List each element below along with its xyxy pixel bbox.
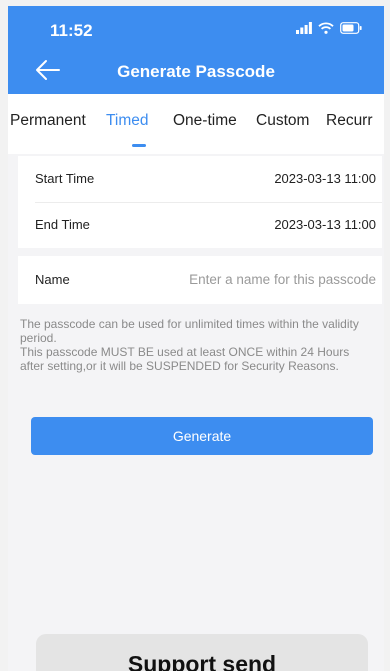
tab-custom[interactable]: Custom bbox=[256, 112, 309, 130]
active-tab-indicator bbox=[132, 144, 146, 147]
header-bar: 11:52 Generate Passcode bbox=[8, 6, 384, 94]
signal-icon bbox=[296, 22, 312, 34]
wifi-icon bbox=[318, 22, 334, 34]
generate-button[interactable]: Generate bbox=[31, 417, 373, 455]
status-icons bbox=[296, 22, 362, 34]
start-time-row[interactable]: Start Time 2023-03-13 11:00 bbox=[18, 156, 382, 202]
end-time-row[interactable]: End Time 2023-03-13 11:00 bbox=[18, 202, 382, 248]
tab-timed[interactable]: Timed bbox=[106, 112, 149, 130]
start-time-value: 2023-03-13 11:00 bbox=[274, 171, 376, 186]
name-input[interactable] bbox=[118, 268, 376, 290]
note-line-suspension: This passcode MUST BE used at least ONCE… bbox=[20, 345, 350, 373]
time-settings-card: Start Time 2023-03-13 11:00 End Time 202… bbox=[18, 156, 382, 248]
tab-permanent[interactable]: Permanent bbox=[10, 112, 86, 130]
status-time: 11:52 bbox=[50, 21, 93, 40]
passcode-note: The passcode can be used for unlimited t… bbox=[20, 317, 372, 373]
end-time-value: 2023-03-13 11:00 bbox=[274, 217, 376, 232]
start-time-label: Start Time bbox=[35, 171, 95, 186]
name-label: Name bbox=[35, 272, 70, 287]
page-title: Generate Passcode bbox=[117, 62, 275, 81]
end-time-label: End Time bbox=[35, 217, 90, 232]
app-screen: 11:52 Generate Passcode Permanent Timed … bbox=[8, 6, 384, 671]
support-send-banner: Support send bbox=[36, 634, 368, 671]
name-card: Name bbox=[18, 256, 382, 304]
note-line-validity: The passcode can be used for unlimited t… bbox=[20, 317, 359, 345]
tab-one-time[interactable]: One-time bbox=[173, 112, 237, 130]
tab-recurring[interactable]: Recurr bbox=[326, 112, 373, 130]
battery-icon bbox=[340, 22, 362, 34]
passcode-type-tabs: Permanent Timed One-time Custom Recurr bbox=[8, 94, 384, 154]
